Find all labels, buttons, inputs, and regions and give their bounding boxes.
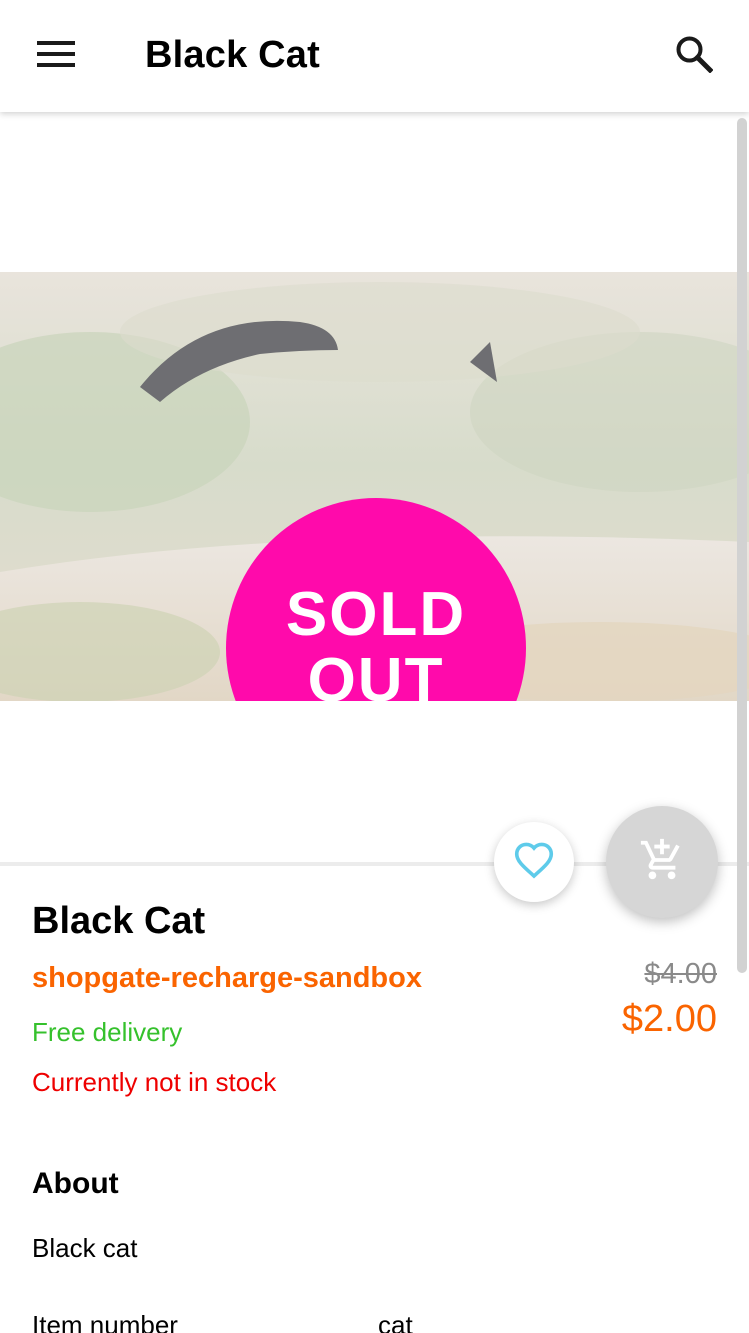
product-description: Black cat xyxy=(32,1233,138,1263)
heart-outline-icon xyxy=(513,841,555,884)
menu-button[interactable] xyxy=(24,28,88,84)
add-shopping-cart-icon xyxy=(639,837,685,888)
scrollbar[interactable] xyxy=(737,118,747,973)
product-image-gallery[interactable]: SOLD OUT xyxy=(0,112,749,862)
property-label: Item number xyxy=(32,1310,178,1333)
about-heading: About xyxy=(32,1167,119,1200)
shipping-info: Free delivery xyxy=(32,1017,183,1047)
app-bar: Black Cat xyxy=(0,0,749,112)
strike-price: $4.00 xyxy=(644,958,717,990)
availability-status: Currently not in stock xyxy=(32,1067,277,1097)
page-title: Black Cat xyxy=(145,34,320,76)
sold-out-line-1: SOLD xyxy=(285,580,467,649)
add-to-cart-button[interactable] xyxy=(606,806,718,918)
favorite-button[interactable] xyxy=(494,822,574,902)
product-image: SOLD OUT xyxy=(0,272,749,701)
product-name: Black Cat xyxy=(32,900,206,942)
product-detail-page: Black Cat SOLD OUT Black Cat shopgate-re… xyxy=(0,0,749,1333)
manufacturer-name: shopgate-recharge-sandbox xyxy=(32,962,422,994)
search-icon xyxy=(675,35,714,78)
sold-out-line-2: OUT xyxy=(307,646,445,702)
current-price: $2.00 xyxy=(621,998,717,1040)
property-value: cat xyxy=(378,1310,413,1333)
menu-icon xyxy=(37,40,75,73)
search-button[interactable] xyxy=(664,26,724,86)
